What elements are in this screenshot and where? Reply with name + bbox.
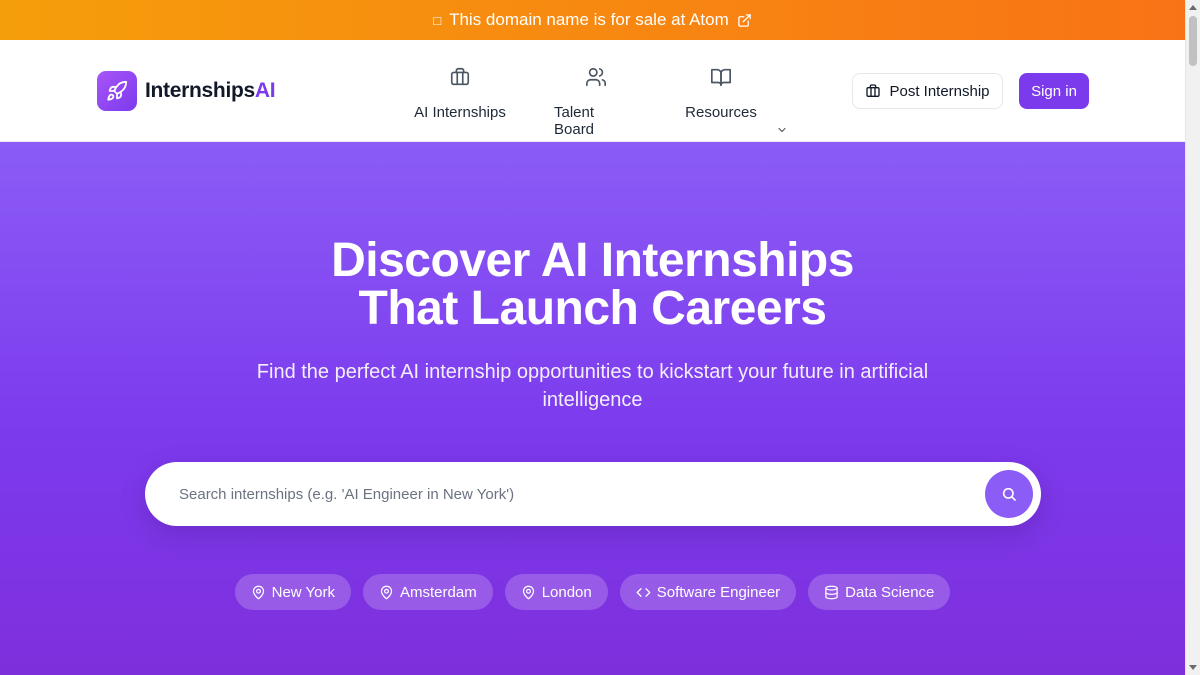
map-pin-icon bbox=[380, 585, 393, 599]
chip-label: Data Science bbox=[845, 583, 935, 601]
banner-text[interactable]: This domain name is for sale at Atom bbox=[449, 10, 729, 30]
nav-ai-internships[interactable]: AI Internships bbox=[413, 66, 507, 121]
chevron-down-icon[interactable] bbox=[776, 124, 788, 136]
chip-amsterdam[interactable]: Amsterdam bbox=[363, 574, 493, 610]
nav-talent-board[interactable]: Talent Board bbox=[554, 66, 638, 138]
chip-label: New York bbox=[271, 583, 335, 601]
scroll-up-arrow[interactable] bbox=[1189, 5, 1197, 10]
hero-section: Discover AI Internships That Launch Care… bbox=[0, 142, 1185, 675]
briefcase-icon bbox=[866, 84, 881, 97]
users-icon bbox=[586, 67, 606, 87]
hero-title-line-2: That Launch Careers bbox=[358, 282, 827, 335]
chip-london[interactable]: London bbox=[504, 574, 608, 610]
page-scrollbar[interactable] bbox=[1185, 0, 1200, 675]
search-bar bbox=[145, 462, 1041, 526]
code-icon bbox=[636, 587, 651, 597]
chip-label: Amsterdam bbox=[400, 583, 477, 601]
briefcase-icon bbox=[450, 67, 470, 86]
chip-software-engineer[interactable]: Software Engineer bbox=[619, 574, 797, 610]
scroll-down-arrow[interactable] bbox=[1189, 665, 1197, 670]
banner-glyph: □ bbox=[433, 12, 442, 28]
database-icon bbox=[825, 585, 838, 599]
hero-title: Discover AI Internships That Launch Care… bbox=[0, 237, 1185, 333]
sign-in-button[interactable]: Sign in bbox=[1019, 73, 1089, 109]
top-navbar: InternshipsAI AI Internships Talent Boar… bbox=[0, 40, 1185, 142]
search-icon bbox=[1002, 487, 1016, 501]
nav-resources[interactable]: Resources bbox=[685, 66, 757, 121]
logo-mark bbox=[97, 71, 137, 111]
post-internship-button[interactable]: Post Internship bbox=[852, 73, 1003, 109]
search-button[interactable] bbox=[985, 470, 1033, 518]
hero-subtitle: Find the perfect AI internship opportuni… bbox=[256, 361, 929, 411]
book-open-icon bbox=[711, 68, 731, 87]
search-input[interactable] bbox=[179, 480, 959, 508]
rocket-icon bbox=[107, 80, 128, 101]
logo[interactable]: InternshipsAI bbox=[97, 71, 276, 111]
post-internship-label: Post Internship bbox=[889, 82, 990, 100]
logo-text: InternshipsAI bbox=[145, 79, 276, 102]
quick-filter-chips: New York Amsterdam London Software Engin… bbox=[0, 574, 1185, 610]
chip-label: London bbox=[541, 583, 592, 601]
nav-label: AI Internships bbox=[414, 104, 506, 121]
scroll-thumb[interactable] bbox=[1189, 16, 1197, 66]
nav-label: Talent Board bbox=[554, 104, 595, 138]
domain-sale-banner[interactable]: □ This domain name is for sale at Atom bbox=[0, 0, 1185, 40]
chip-new-york[interactable]: New York bbox=[234, 574, 351, 610]
chip-data-science[interactable]: Data Science bbox=[808, 574, 951, 610]
external-link-icon bbox=[738, 13, 751, 27]
chip-label: Software Engineer bbox=[656, 583, 781, 601]
map-pin-icon bbox=[522, 585, 534, 599]
hero-title-line-1: Discover AI Internships bbox=[331, 234, 854, 287]
nav-label: Resources bbox=[685, 104, 757, 121]
map-pin-icon bbox=[252, 585, 264, 599]
